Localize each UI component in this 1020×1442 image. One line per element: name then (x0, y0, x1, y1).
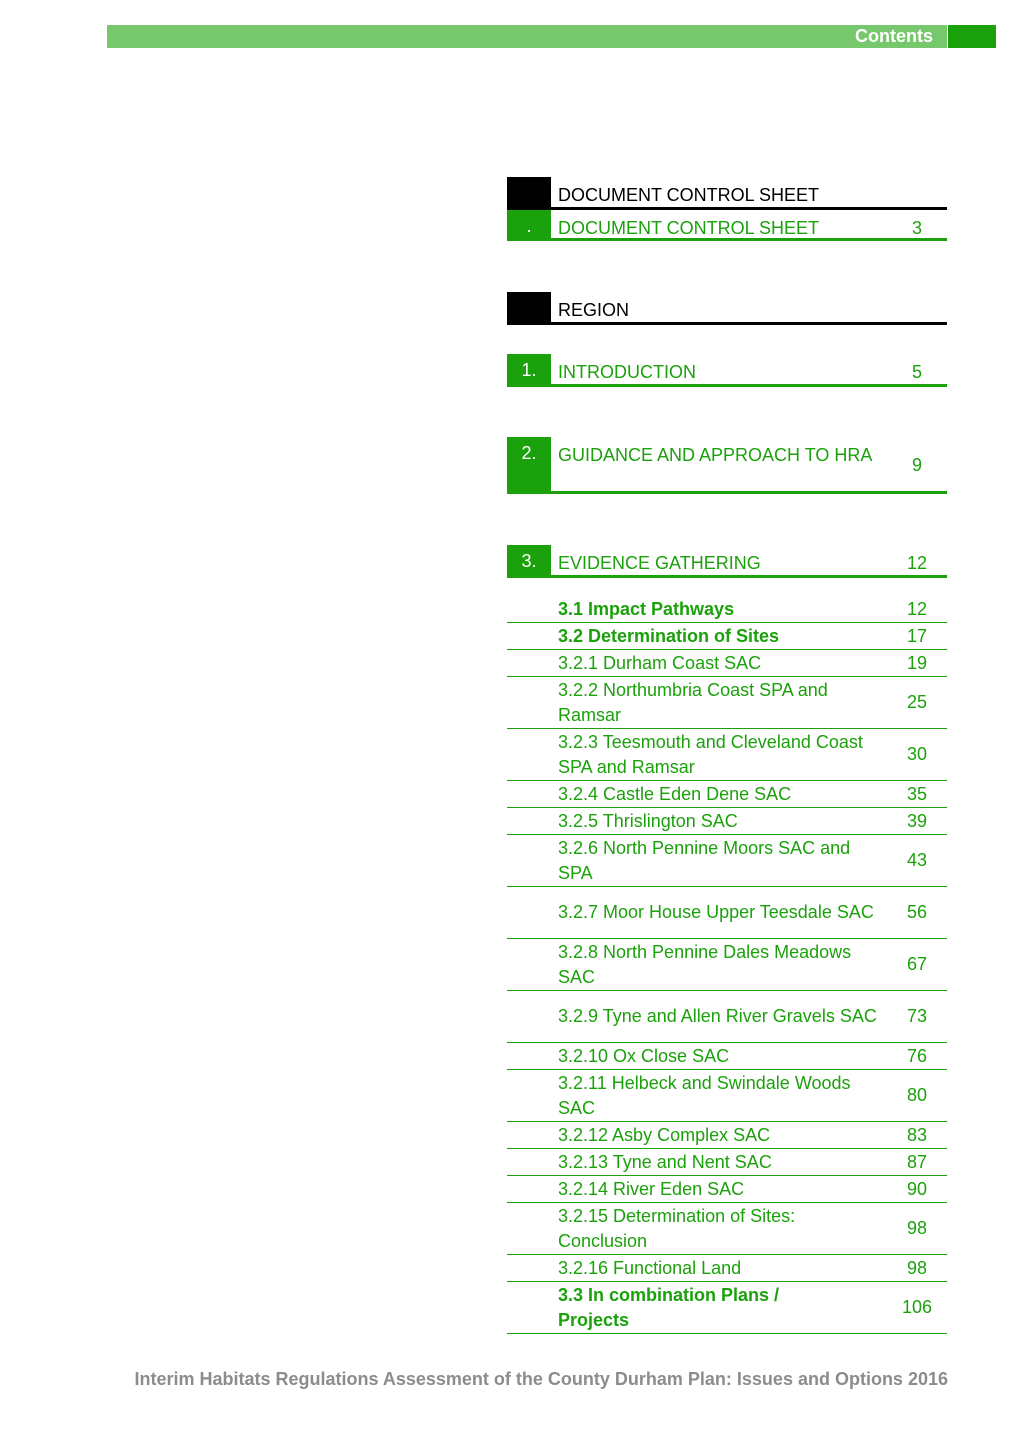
chapter-title: REGION (558, 300, 630, 320)
chapter-page: 12 (906, 553, 928, 573)
toc-section[interactable]: 3.2.9 Tyne and Allen River Gravels SAC 73 (507, 991, 947, 1043)
section-title: 3.2.16 Functional Land (558, 1257, 742, 1278)
header-tab-marker (948, 25, 996, 48)
chapter-title: INTRODUCTION (558, 362, 696, 382)
toc-chapter[interactable]: DOCUMENT CONTROL SHEET (507, 177, 947, 210)
toc-section[interactable]: 3.2.15 Determination of Sites: Conclusio… (507, 1203, 947, 1255)
section-title: 3.2.8 North Pennine Dales Meadows SAC (558, 941, 852, 987)
toc-section[interactable]: 3.2.12 Asby Complex SAC 83 (507, 1122, 947, 1149)
section-title: 3.2.1 Durham Coast SAC (558, 652, 762, 673)
chapter-number: 3. (507, 545, 551, 575)
section-page: 80 (906, 1085, 928, 1105)
section-page: 56 (906, 902, 928, 922)
section-title: 3.2.14 River Eden SAC (558, 1178, 745, 1199)
section-page: 87 (906, 1151, 928, 1172)
toc-section[interactable]: 3.2.16 Functional Land 98 (507, 1255, 947, 1282)
toc-section[interactable]: 3.2.10 Ox Close SAC 76 (507, 1043, 947, 1070)
section-page: 67 (906, 954, 928, 974)
section-title: 3.2.10 Ox Close SAC (558, 1045, 730, 1066)
section-title: 3.2.15 Determination of Sites: Conclusio… (558, 1205, 796, 1251)
section-page: 83 (906, 1124, 928, 1145)
toc-section[interactable]: 3.2.8 North Pennine Dales Meadows SAC 67 (507, 939, 947, 991)
section-title: 3.2.3 Teesmouth and Cleveland Coast SPA … (558, 731, 863, 777)
toc-section[interactable]: 3.2.2 Northumbria Coast SPA and Ramsar 25 (507, 677, 947, 729)
toc-chapter[interactable]: 3. EVIDENCE GATHERING 12 (507, 545, 947, 578)
toc-section[interactable]: 3.2.13 Tyne and Nent SAC 87 (507, 1149, 947, 1176)
toc-chapter[interactable]: REGION (507, 292, 947, 325)
chapter-number (507, 292, 551, 322)
chapter-page (887, 292, 947, 322)
toc-sections: 3.1 Impact Pathways 12 3.2 Determination … (507, 596, 947, 1334)
chapter-title: DOCUMENT CONTROL SHEET (558, 185, 820, 205)
chapter-page (887, 177, 947, 207)
section-page: 30 (906, 744, 928, 764)
chapter-number: 2. (507, 437, 551, 491)
section-title: 3.2.7 Moor House Upper Teesdale SAC (558, 902, 874, 922)
chapter-number: . (507, 210, 551, 238)
section-title: 3.3 In combination Plans / Projects (558, 1284, 780, 1330)
page-title: Contents (855, 26, 933, 46)
chapter-page: 5 (911, 362, 922, 382)
section-page: 98 (906, 1257, 928, 1278)
section-title: 3.2.12 Asby Complex SAC (558, 1124, 771, 1145)
toc-section[interactable]: 3.2.6 North Pennine Moors SAC and SPA 43 (507, 835, 947, 887)
section-page: 17 (906, 625, 928, 646)
toc-section[interactable]: 3.2.14 River Eden SAC 90 (507, 1176, 947, 1203)
chapter-page: 9 (911, 455, 922, 475)
toc-section[interactable]: 3.2.1 Durham Coast SAC 19 (507, 650, 947, 677)
section-page: 73 (906, 1006, 928, 1026)
section-page: 98 (906, 1218, 928, 1238)
chapter-title: GUIDANCE AND APPROACH TO HRA (558, 445, 873, 465)
toc-section[interactable]: 3.2.4 Castle Eden Dene SAC 35 (507, 781, 947, 808)
toc-chapter[interactable]: . DOCUMENT CONTROL SHEET 3 (507, 210, 947, 241)
toc-chapter[interactable]: 1. INTRODUCTION 5 (507, 354, 947, 387)
toc-section[interactable]: 3.2.5 Thrislington SAC 39 (507, 808, 947, 835)
section-title: 3.2.5 Thrislington SAC (558, 810, 738, 831)
section-page: 106 (901, 1297, 933, 1317)
section-page: 76 (906, 1045, 928, 1066)
section-title: 3.2.13 Tyne and Nent SAC (558, 1151, 772, 1172)
toc-section[interactable]: 3.2.7 Moor House Upper Teesdale SAC 56 (507, 887, 947, 939)
section-page: 39 (906, 810, 928, 831)
chapter-number (507, 177, 551, 207)
toc-section[interactable]: 3.2.3 Teesmouth and Cleveland Coast SPA … (507, 729, 947, 781)
chapter-title: DOCUMENT CONTROL SHEET (558, 218, 820, 238)
section-title: 3.2.2 Northumbria Coast SPA and Ramsar (558, 679, 828, 725)
toc-section[interactable]: 3.2.11 Helbeck and Swindale Woods SAC 80 (507, 1070, 947, 1122)
section-title: 3.2.9 Tyne and Allen River Gravels SAC (558, 1006, 877, 1026)
section-page: 43 (906, 850, 928, 870)
section-page: 90 (906, 1178, 928, 1199)
section-page: 35 (906, 783, 928, 804)
section-page: 25 (906, 692, 928, 712)
section-title: 3.2.4 Castle Eden Dene SAC (558, 783, 792, 804)
header-bar: Contents (107, 25, 947, 48)
section-page: 19 (906, 652, 928, 673)
section-title: 3.1 Impact Pathways (558, 598, 735, 619)
document-footer: Interim Habitats Regulations Assessment … (134, 1369, 948, 1389)
chapter-page: 3 (911, 218, 922, 238)
chapter-number: 1. (507, 354, 551, 384)
toc-section[interactable]: 3.1 Impact Pathways 12 (507, 596, 947, 623)
section-page: 12 (906, 598, 928, 619)
section-title: 3.2.6 North Pennine Moors SAC and SPA (558, 837, 851, 883)
toc-chapter[interactable]: 2. GUIDANCE AND APPROACH TO HRA 9 (507, 437, 947, 494)
toc-section[interactable]: 3.2 Determination of Sites 17 (507, 623, 947, 650)
section-title: 3.2 Determination of Sites (558, 625, 780, 646)
toc-section[interactable]: 3.3 In combination Plans / Projects 106 (507, 1282, 947, 1334)
chapter-title: EVIDENCE GATHERING (558, 553, 761, 573)
section-title: 3.2.11 Helbeck and Swindale Woods SAC (558, 1072, 851, 1118)
